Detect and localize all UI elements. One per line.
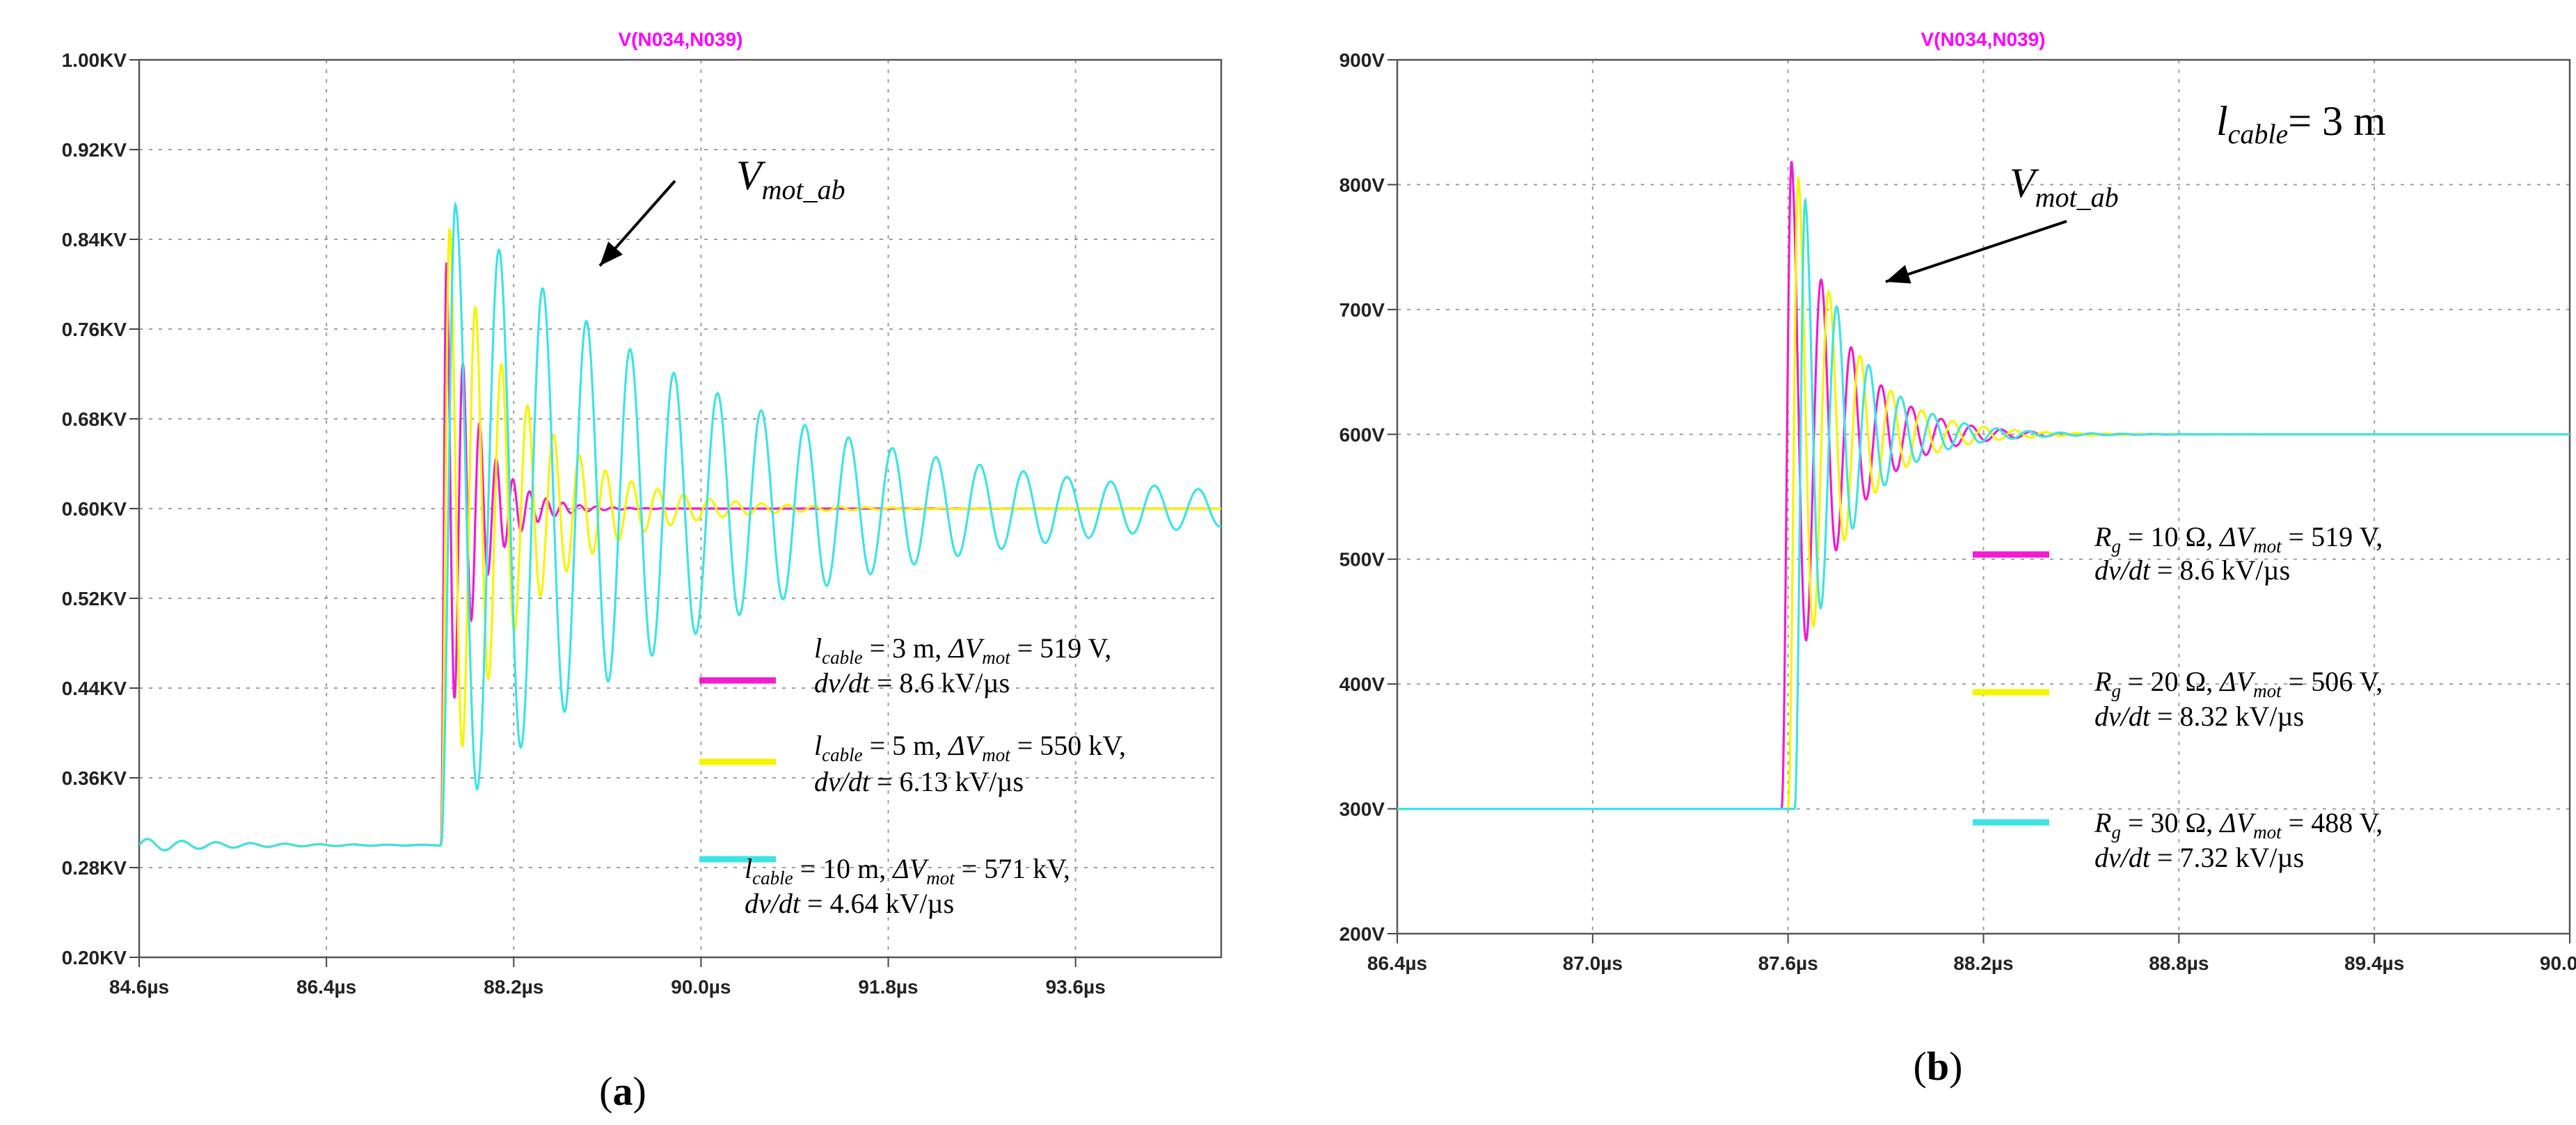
x-tick-label: 87.6µs	[1758, 952, 1818, 974]
x-tick-label: 87.0µs	[1563, 952, 1623, 974]
series-line-magenta	[139, 262, 1221, 852]
y-tick-label: 700V	[1339, 299, 1385, 321]
legend-text-line1: lcable = 10 m, ΔVmot = 571 kV,	[745, 853, 1070, 888]
x-tick-label: 89.4µs	[2344, 952, 2404, 974]
y-tick-label: 0.52KV	[62, 588, 127, 609]
legend-text-line2: dv/dt = 4.64 kV/µs	[745, 888, 954, 919]
y-tick-label: 500V	[1339, 549, 1385, 571]
legend-text-line1: lcable = 5 m, ΔVmot = 550 kV,	[814, 730, 1126, 765]
y-tick-label: 0.76KV	[62, 319, 127, 340]
x-tick-label: 88.2µs	[484, 976, 543, 998]
panel-b: 900V 800V 700V 600V 500V 400V 300V 200V 86.4µs 87…	[1339, 29, 2576, 1089]
x-tick-label: 88.8µs	[2149, 952, 2209, 974]
y-tick-label: 600V	[1339, 424, 1385, 445]
x-tick-label: 86.4µs	[296, 976, 356, 998]
y-tick-label: 0.92KV	[62, 139, 127, 161]
legend-text-line1: lcable = 3 m, ΔVmot = 519 V,	[814, 632, 1111, 668]
x-tick-label: 90.0µs	[671, 976, 731, 998]
legend-text-line1: Rg = 20 Ω, ΔVmot = 506 V,	[2094, 666, 2383, 701]
y-tick-label: 0.20KV	[62, 947, 127, 968]
legend-text-line1: Rg = 10 Ω, ΔVmot = 519 V,	[2094, 521, 2383, 557]
chart-title: V(N034,N039)	[1921, 29, 2046, 50]
y-tick-label: 0.84KV	[62, 229, 127, 250]
legend-text-line2: dv/dt = 8.6 kV/µs	[814, 667, 1010, 699]
legend-text-line2: dv/dt = 6.13 kV/µs	[814, 766, 1024, 797]
panel-a: 1.00KV 0.92KV 0.84KV 0.76KV 0.68KV 0.60KV 0.52…	[62, 29, 1223, 1114]
legend-text-line1: Rg = 30 Ω, ΔVmot = 488 V,	[2094, 807, 2383, 843]
x-tick-label: 84.6µs	[109, 976, 169, 998]
legend-text-line2: dv/dt = 8.32 kV/µs	[2094, 701, 2304, 732]
y-tick-label: 200V	[1339, 923, 1385, 945]
y-tick-label: 0.28KV	[62, 857, 127, 879]
cable-length-note: lcable= 3 m	[2216, 98, 2386, 150]
annotation-arrowhead	[1886, 264, 1911, 284]
y-tick-label: 400V	[1339, 673, 1385, 695]
x-tick-label: 93.6µs	[1046, 976, 1106, 998]
y-tick-label: 300V	[1339, 799, 1385, 820]
x-tick-label: 91.8µs	[858, 976, 918, 998]
y-tick-label: 800V	[1339, 174, 1385, 196]
x-tick-label: 90.0µs	[2540, 952, 2576, 974]
y-tick-label: 1.00KV	[62, 49, 127, 71]
series-line-cyan	[1397, 197, 2570, 811]
y-tick-label: 0.44KV	[62, 678, 127, 699]
series-line-magenta	[1397, 161, 2570, 811]
annotation-label: Vmot_ab	[2010, 160, 2119, 213]
panel-caption: (a)	[599, 1069, 646, 1114]
y-tick-label: 0.68KV	[62, 408, 127, 430]
y-tick-label: 0.36KV	[62, 767, 127, 789]
y-tick-label: 0.60KV	[62, 498, 127, 520]
x-tick-label: 88.2µs	[1953, 952, 2013, 974]
traces	[1397, 161, 2570, 811]
x-tick-label: 86.4µs	[1367, 952, 1427, 974]
legend-text-line2: dv/dt = 8.6 kV/µs	[2094, 554, 2290, 586]
y-tick-label: 900V	[1339, 49, 1385, 71]
panel-caption: (b)	[1914, 1044, 1963, 1089]
figure: 1.00KV 0.92KV 0.84KV 0.76KV 0.68KV 0.60KV 0.52…	[62, 29, 2576, 1114]
chart-title: V(N034,N039)	[619, 29, 743, 50]
annotation-arrow	[1885, 220, 2067, 283]
annotation-label: Vmot_ab	[736, 152, 845, 205]
legend-text-line2: dv/dt = 7.32 kV/µs	[2094, 842, 2304, 873]
